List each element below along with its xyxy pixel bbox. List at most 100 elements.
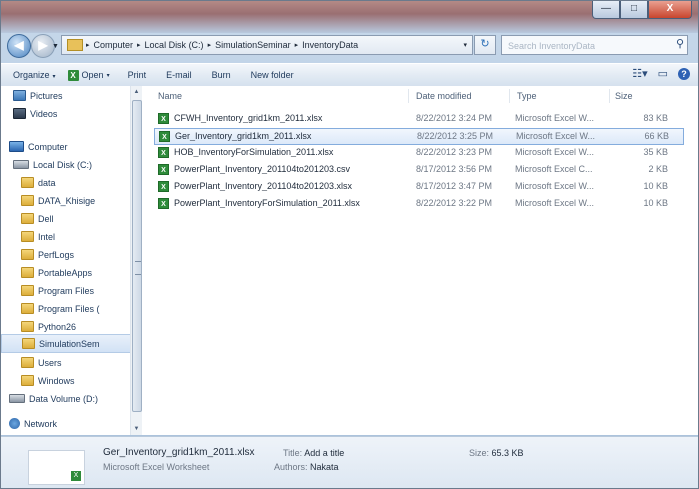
navigation-pane: Pictures Videos Computer Local Disk (C:)… (1, 86, 135, 435)
change-view-icon[interactable]: ☷▾ (632, 67, 647, 80)
organize-button[interactable]: Organize ▾ (13, 70, 56, 80)
window-controls: — □ X (592, 1, 692, 19)
sidebar-item-label: Computer (28, 141, 68, 152)
sidebar-item-data-khisige[interactable]: DATA_Khisige (1, 191, 134, 210)
breadcrumb-inventorydata[interactable]: InventoryData (302, 40, 358, 50)
sidebar-item-intel[interactable]: Intel (1, 227, 134, 246)
authors-value[interactable]: Nakata (310, 462, 339, 472)
organize-label: Organize (13, 70, 50, 80)
sidebar-item-local-disk[interactable]: Local Disk (C:) (1, 155, 134, 174)
sidebar-item-label: Program Files (38, 285, 95, 296)
title-bar[interactable]: — □ X (1, 1, 698, 33)
sidebar-item-dell[interactable]: Dell (1, 209, 134, 228)
file-name[interactable]: Ger_Inventory_grid1km_2011.xlsx (175, 131, 415, 141)
address-dropdown-chevron-down-icon[interactable]: ▾ (463, 41, 467, 49)
file-type: Microsoft Excel C... (515, 164, 593, 174)
refresh-button[interactable]: ↻ (474, 35, 496, 55)
table-row[interactable]: X Ger_Inventory_grid1km_2011.xlsx 8/22/2… (154, 128, 684, 145)
table-row[interactable]: X HOB_InventoryForSimulation_2011.xlsx 8… (154, 145, 684, 162)
file-date: 8/17/2012 3:56 PM (416, 164, 493, 174)
preview-pane-icon[interactable]: ▭ (658, 67, 668, 80)
recent-pages-chevron-down-icon[interactable]: ▼ (52, 43, 59, 50)
print-button[interactable]: Print (128, 70, 147, 80)
column-divider[interactable] (408, 89, 409, 103)
sidebar-item-users[interactable]: Users (1, 353, 134, 372)
sidebar-item-computer[interactable]: Computer (1, 137, 134, 156)
details-title-field[interactable]: Title: Add a title (283, 448, 344, 458)
scrollbar-thumb[interactable] (132, 100, 142, 412)
sidebar-item-windows[interactable]: Windows (1, 371, 134, 390)
file-name[interactable]: CFWH_Inventory_grid1km_2011.xlsx (174, 113, 414, 123)
folder-icon (21, 249, 34, 260)
file-size: 10 KB (643, 181, 668, 191)
file-name[interactable]: PowerPlant_InventoryForSimulation_2011.x… (174, 198, 414, 208)
sidebar-item-data[interactable]: data (1, 173, 134, 192)
column-divider[interactable] (509, 89, 510, 103)
navigation-pane-scrollbar[interactable]: ▲ ▼ (130, 86, 142, 435)
file-type: Microsoft Excel W... (515, 198, 595, 208)
pictures-icon (13, 90, 26, 101)
search-box[interactable]: ⚲ (501, 35, 688, 55)
address-bar[interactable]: ▸ Computer ▸ Local Disk (C:) ▸ Simulatio… (61, 35, 473, 55)
sidebar-item-pictures[interactable]: Pictures (1, 86, 134, 105)
file-name[interactable]: PowerPlant_Inventory_201104to201203.csv (174, 164, 414, 174)
title-value[interactable]: Add a title (304, 448, 344, 458)
file-name[interactable]: HOB_InventoryForSimulation_2011.xlsx (174, 147, 414, 157)
close-button[interactable]: X (648, 1, 692, 19)
sidebar-item-program-files[interactable]: Program Files (1, 281, 134, 300)
file-date: 8/22/2012 3:22 PM (416, 198, 493, 208)
back-button[interactable]: ◀ (7, 34, 31, 58)
breadcrumb-separator[interactable]: ▸ (137, 41, 141, 49)
sidebar-item-network[interactable]: Network (1, 414, 134, 433)
breadcrumb-simulationseminar[interactable]: SimulationSeminar (215, 40, 291, 50)
data-volume-icon (9, 394, 25, 403)
excel-file-icon: X (158, 181, 169, 192)
details-authors-field[interactable]: Authors: Nakata (274, 462, 339, 472)
sidebar-item-simulationseminar[interactable]: SimulationSem (1, 334, 134, 353)
sidebar-item-label: SimulationSem (39, 338, 100, 349)
column-divider[interactable] (609, 89, 610, 103)
sidebar-item-label: Users (38, 357, 62, 368)
sidebar-item-label: Videos (30, 108, 58, 119)
help-icon[interactable]: ? (678, 67, 690, 80)
sidebar-item-label: Network (24, 418, 58, 429)
scroll-up-icon[interactable]: ▲ (132, 87, 141, 97)
file-size: 35 KB (643, 147, 668, 157)
size-label: Size: (469, 448, 490, 458)
file-date: 8/22/2012 3:25 PM (417, 131, 494, 141)
sidebar-item-label: data (38, 177, 56, 188)
table-row[interactable]: X CFWH_Inventory_grid1km_2011.xlsx 8/22/… (154, 111, 684, 128)
open-button[interactable]: X Open ▾ (67, 69, 110, 81)
scroll-down-icon[interactable]: ▼ (132, 424, 141, 434)
breadcrumb-separator[interactable]: ▸ (86, 41, 90, 49)
table-row[interactable]: X PowerPlant_InventoryForSimulation_2011… (154, 196, 684, 213)
size-value: 65.3 KB (491, 448, 524, 458)
sidebar-item-videos[interactable]: Videos (1, 104, 134, 123)
column-header-name[interactable]: Name (158, 86, 182, 106)
search-icon[interactable]: ⚲ (676, 37, 684, 50)
column-header-date-modified[interactable]: Date modified (416, 86, 472, 106)
sidebar-item-label: Windows (38, 375, 75, 386)
maximize-button[interactable]: □ (620, 1, 648, 19)
breadcrumb-computer[interactable]: Computer (94, 40, 134, 50)
sidebar-item-label: Data Volume (D:) (29, 393, 99, 404)
table-row[interactable]: X PowerPlant_Inventory_201104to201203.cs… (154, 162, 684, 179)
search-input[interactable] (506, 38, 670, 53)
breadcrumb-separator[interactable]: ▸ (208, 41, 212, 49)
sidebar-item-label: Local Disk (C:) (33, 159, 93, 170)
sidebar-item-perflogs[interactable]: PerfLogs (1, 245, 134, 264)
sidebar-item-program-files-x86[interactable]: Program Files ( (1, 299, 134, 318)
sidebar-item-data-volume[interactable]: Data Volume (D:) (1, 389, 134, 408)
table-row[interactable]: X PowerPlant_Inventory_201104to201203.xl… (154, 179, 684, 196)
new-folder-button[interactable]: New folder (251, 70, 294, 80)
breadcrumb-local-disk[interactable]: Local Disk (C:) (145, 40, 204, 50)
breadcrumb-separator[interactable]: ▸ (295, 41, 299, 49)
burn-button[interactable]: Burn (212, 70, 231, 80)
column-header-size[interactable]: Size (615, 86, 633, 106)
email-button[interactable]: E-mail (166, 70, 192, 80)
file-name[interactable]: PowerPlant_Inventory_201104to201203.xlsx (174, 181, 414, 191)
column-header-type[interactable]: Type (517, 86, 537, 106)
minimize-button[interactable]: — (592, 1, 620, 19)
csv-file-icon: X (158, 164, 169, 175)
sidebar-item-portableapps[interactable]: PortableApps (1, 263, 134, 282)
